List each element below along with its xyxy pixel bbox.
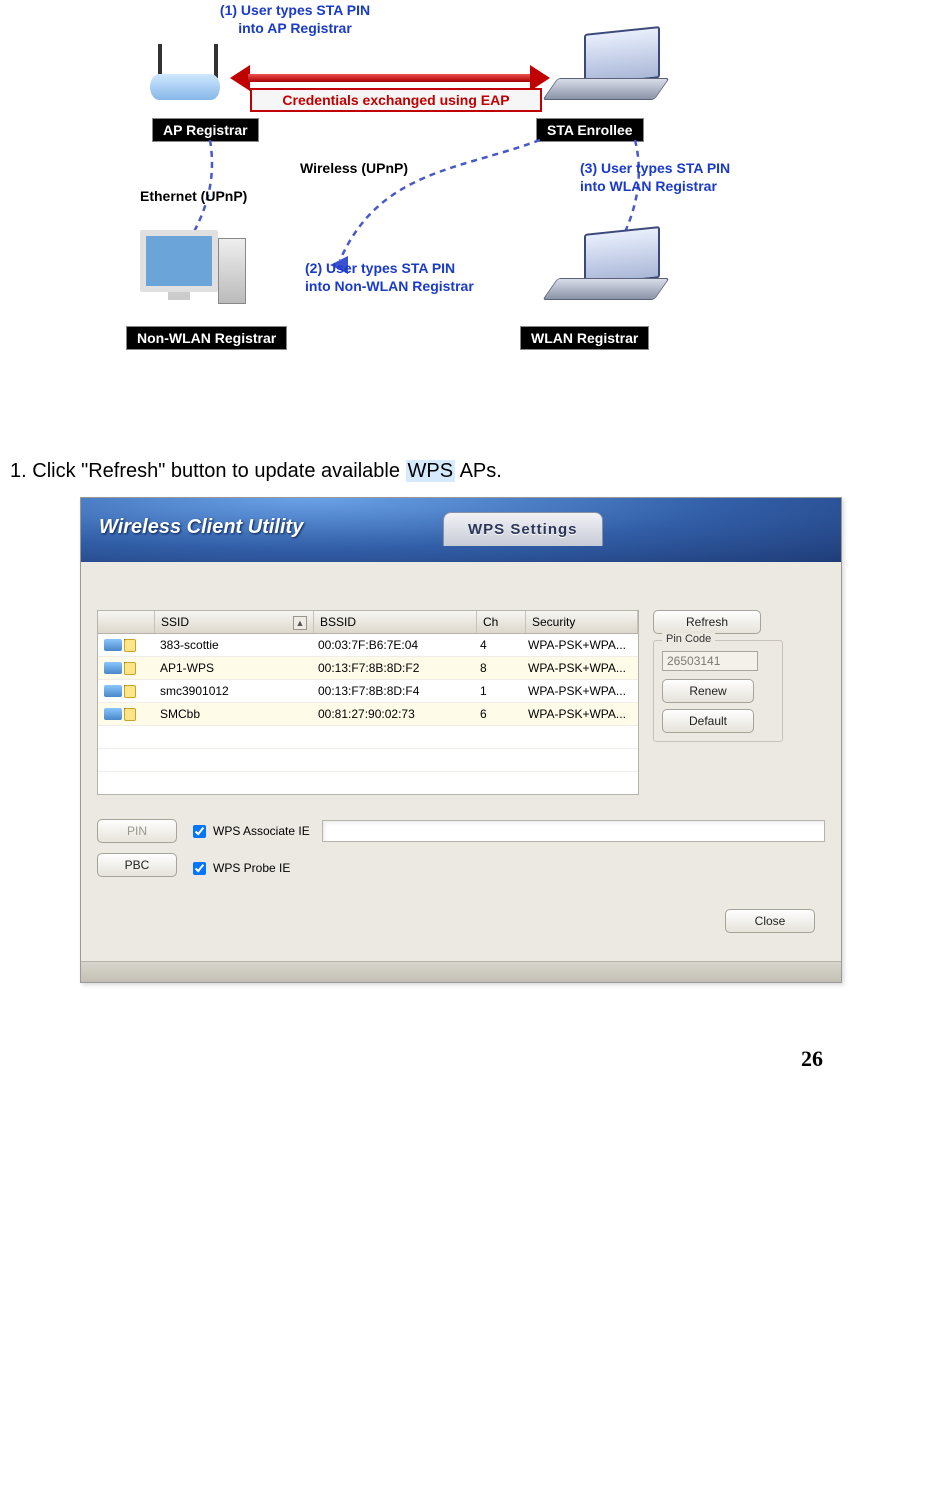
wireless-upnp-label: Wireless (UPnP) bbox=[300, 160, 408, 176]
page-number: 26 bbox=[801, 1046, 823, 1072]
table-row[interactable]: 383-scottie 00:03:7F:B6:7E:04 4 WPA-PSK+… bbox=[98, 634, 638, 657]
wlan-registrar-laptop-icon bbox=[550, 230, 670, 300]
table-row[interactable]: SMCbb 00:81:27:90:02:73 6 WPA-PSK+WPA... bbox=[98, 703, 638, 726]
wireless-client-utility-window: Wireless Client Utility WPS Settings SSI… bbox=[80, 497, 842, 983]
lock-icon bbox=[124, 662, 136, 675]
cell-ch: 1 bbox=[474, 684, 522, 698]
cell-bssid: 00:81:27:90:02:73 bbox=[312, 707, 474, 721]
non-wlan-pc-icon bbox=[140, 230, 250, 310]
wps-progress-bar bbox=[322, 820, 825, 842]
table-row-empty bbox=[98, 772, 638, 794]
wps-pin-diagram: (1) User types STA PINinto AP Registrar … bbox=[80, 10, 740, 360]
cell-ssid: 383-scottie bbox=[154, 638, 312, 652]
sort-asc-icon[interactable]: ▲ bbox=[293, 616, 307, 630]
col-icon[interactable] bbox=[98, 611, 155, 633]
lock-icon bbox=[124, 708, 136, 721]
instruction-pre: Click "Refresh" button to update availab… bbox=[27, 460, 406, 482]
step3-caption: (3) User types STA PINinto WLAN Registra… bbox=[580, 160, 780, 195]
instruction-step-1: 1. Click "Refresh" button to update avai… bbox=[10, 460, 942, 483]
wps-probe-label: WPS Probe IE bbox=[213, 861, 290, 875]
close-button[interactable]: Close bbox=[725, 909, 815, 933]
ap-list-table[interactable]: SSID ▲ BSSID Ch Security 383-scottie 00:… bbox=[97, 610, 639, 795]
window-footer-bar bbox=[81, 961, 841, 982]
cell-sec: WPA-PSK+WPA... bbox=[522, 661, 638, 675]
wps-associate-input[interactable] bbox=[193, 825, 206, 838]
table-row[interactable]: smc3901012 00:13:F7:8B:8D:F4 1 WPA-PSK+W… bbox=[98, 680, 638, 703]
signal-icon bbox=[104, 708, 122, 720]
table-row-empty bbox=[98, 726, 638, 749]
cell-ch: 6 bbox=[474, 707, 522, 721]
cell-ssid: smc3901012 bbox=[154, 684, 312, 698]
cell-sec: WPA-PSK+WPA... bbox=[522, 638, 638, 652]
window-header: Wireless Client Utility WPS Settings bbox=[81, 498, 841, 562]
step2-caption: (2) User types STA PINinto Non-WLAN Regi… bbox=[305, 260, 515, 295]
cell-sec: WPA-PSK+WPA... bbox=[522, 707, 638, 721]
instruction-post: APs. bbox=[455, 460, 502, 482]
wps-probe-input[interactable] bbox=[193, 862, 206, 875]
default-button[interactable]: Default bbox=[662, 709, 754, 733]
cell-bssid: 00:13:F7:8B:8D:F2 bbox=[312, 661, 474, 675]
wps-associate-checkbox[interactable]: WPS Associate IE bbox=[189, 822, 310, 841]
ethernet-upnp-label: Ethernet (UPnP) bbox=[140, 188, 247, 204]
wps-associate-label: WPS Associate IE bbox=[213, 824, 310, 838]
tab-wps-settings[interactable]: WPS Settings bbox=[443, 512, 603, 546]
table-row[interactable]: AP1-WPS 00:13:F7:8B:8D:F2 8 WPA-PSK+WPA.… bbox=[98, 657, 638, 680]
table-header-row: SSID ▲ BSSID Ch Security bbox=[98, 611, 638, 634]
signal-icon bbox=[104, 662, 122, 674]
cell-ch: 8 bbox=[474, 661, 522, 675]
pin-code-legend: Pin Code bbox=[662, 633, 715, 645]
wps-highlight: WPS bbox=[406, 460, 456, 482]
pin-button[interactable]: PIN bbox=[97, 819, 177, 843]
non-wlan-registrar-label: Non-WLAN Registrar bbox=[126, 326, 287, 350]
cell-bssid: 00:03:7F:B6:7E:04 bbox=[312, 638, 474, 652]
wps-probe-checkbox[interactable]: WPS Probe IE bbox=[189, 859, 290, 878]
pin-code-field[interactable] bbox=[662, 651, 758, 671]
wlan-registrar-label: WLAN Registrar bbox=[520, 326, 649, 350]
lock-icon bbox=[124, 685, 136, 698]
pin-code-group: Pin Code Renew Default bbox=[653, 640, 783, 742]
lock-icon bbox=[124, 639, 136, 652]
cell-ssid: SMCbb bbox=[154, 707, 312, 721]
cell-bssid: 00:13:F7:8B:8D:F4 bbox=[312, 684, 474, 698]
col-bssid[interactable]: BSSID bbox=[314, 611, 477, 633]
col-ssid-label: SSID bbox=[161, 615, 189, 629]
refresh-button[interactable]: Refresh bbox=[653, 610, 761, 634]
cell-ssid: AP1-WPS bbox=[154, 661, 312, 675]
table-row-empty bbox=[98, 749, 638, 772]
step-number: 1. bbox=[10, 460, 27, 482]
signal-icon bbox=[104, 639, 122, 651]
signal-icon bbox=[104, 685, 122, 697]
col-channel[interactable]: Ch bbox=[477, 611, 526, 633]
pbc-button[interactable]: PBC bbox=[97, 853, 177, 877]
cell-ch: 4 bbox=[474, 638, 522, 652]
renew-button[interactable]: Renew bbox=[662, 679, 754, 703]
col-ssid[interactable]: SSID ▲ bbox=[155, 611, 314, 633]
window-title: Wireless Client Utility bbox=[99, 516, 303, 539]
col-security[interactable]: Security bbox=[526, 611, 638, 633]
cell-sec: WPA-PSK+WPA... bbox=[522, 684, 638, 698]
